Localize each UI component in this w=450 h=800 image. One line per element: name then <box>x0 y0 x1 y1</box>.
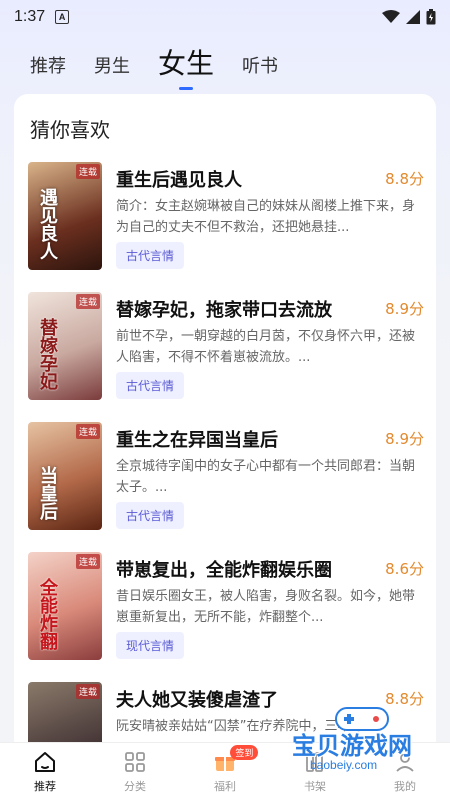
book-desc: 全京城待字闺中的女子心中都有一个共同郎君：当朝太子。... <box>116 459 416 495</box>
book-item[interactable]: 连载 当皇后 重生之在异国当皇后 8.9分 全京城待字闺中的女子心中都有一个共同… <box>28 422 424 532</box>
book-desc: 简介：女主赵婉琳被自己的妹妹从阁楼上推下来，身为自己的丈夫不但不救治，还把她悬挂… <box>116 199 416 235</box>
battery-icon <box>426 9 436 25</box>
cover-tag: 连载 <box>75 424 100 439</box>
book-item[interactable]: 连载 替嫁孕妃 替嫁孕妃，拖家带口去流放 8.9分 前世不孕，一朝穿越的白月茵，… <box>28 292 424 402</box>
book-desc: 前世不孕，一朝穿越的白月茵，不仅身怀六甲，还被人陷害，不得不怀着崽被流放。... <box>116 329 416 365</box>
nav-label: 我的 <box>394 780 416 793</box>
checkin-badge: 签到 <box>230 745 259 760</box>
book-title: 夫人她又装傻虐渣了 <box>116 690 278 711</box>
book-score: 8.6分 <box>385 560 424 578</box>
genre-tag[interactable]: 古代言情 <box>116 372 185 399</box>
book-cover: 连载 替嫁孕妃 <box>28 292 102 400</box>
nav-label: 福利 <box>214 780 236 793</box>
cover-title: 当皇后 <box>37 466 58 520</box>
book-score: 8.8分 <box>385 170 424 188</box>
book-title: 重生之在异国当皇后 <box>116 430 278 451</box>
status-icons <box>382 9 436 25</box>
book-score: 8.8分 <box>385 690 424 708</box>
user-icon <box>392 749 418 775</box>
tab-male[interactable]: 男生 <box>94 52 130 84</box>
book-title: 替嫁孕妃，拖家带口去流放 <box>116 300 332 321</box>
bottom-nav: 推荐 分类 签到 福利 书架 我的 <box>0 742 450 800</box>
tab-recommend[interactable]: 推荐 <box>30 52 66 84</box>
status-time: 1:37 <box>14 8 46 25</box>
nav-mine[interactable]: 我的 <box>360 743 450 800</box>
book-item[interactable]: 连载 遇见良人 重生后遇见良人 8.8分 简介：女主赵婉琳被自己的妹妹从阁楼上推… <box>28 162 424 272</box>
tab-audiobook[interactable]: 听书 <box>242 52 278 84</box>
nav-label: 书架 <box>304 780 326 793</box>
home-icon <box>32 749 58 775</box>
book-title: 重生后遇见良人 <box>116 170 242 191</box>
grid-icon <box>122 749 148 775</box>
nav-category[interactable]: 分类 <box>90 743 180 800</box>
genre-tag[interactable]: 古代言情 <box>116 242 185 269</box>
tab-female[interactable]: 女生 <box>158 42 214 84</box>
wifi-icon <box>382 10 400 23</box>
book-title: 带崽复出，全能炸翻娱乐圈 <box>116 560 332 581</box>
cover-tag: 连载 <box>75 164 100 179</box>
cover-tag: 连载 <box>75 554 100 569</box>
status-bar: 1:37 A <box>0 0 450 34</box>
cover-title: 遇见良人 <box>37 188 58 260</box>
genre-tag[interactable]: 古代言情 <box>116 502 185 529</box>
book-score: 8.9分 <box>385 300 424 318</box>
book-desc: 昔日娱乐圈女王，被人陷害，身败名裂。如今，她带崽重新复出，无所不能，炸翻整个..… <box>116 589 416 625</box>
cover-tag: 连载 <box>75 684 100 699</box>
cover-tag: 连载 <box>75 294 100 309</box>
book-cover: 连载 当皇后 <box>28 422 102 530</box>
category-tabs: 推荐 男生 女生 听书 <box>30 44 278 84</box>
genre-tag[interactable]: 现代言情 <box>116 632 185 659</box>
cover-title: 替嫁孕妃 <box>37 318 58 390</box>
book-item[interactable]: 连载 全能炸翻 带崽复出，全能炸翻娱乐圈 8.6分 昔日娱乐圈女王，被人陷害，身… <box>28 552 424 662</box>
book-cover: 连载 遇见良人 <box>28 162 102 270</box>
bookshelf-icon <box>302 749 328 775</box>
section-title: 猜你喜欢 <box>30 118 110 142</box>
nav-welfare[interactable]: 签到 福利 <box>180 743 270 800</box>
book-score: 8.9分 <box>385 430 424 448</box>
nav-label: 推荐 <box>34 780 56 793</box>
book-cover: 连载 全能炸翻 <box>28 552 102 660</box>
cover-title: 全能炸翻 <box>37 578 58 650</box>
nav-bookshelf[interactable]: 书架 <box>270 743 360 800</box>
notification-icon: A <box>55 10 70 24</box>
recommend-card: 猜你喜欢 连载 遇见良人 重生后遇见良人 8.8分 简介：女主赵婉琳被自己的妹妹… <box>14 94 436 754</box>
nav-label: 分类 <box>124 780 146 793</box>
signal-icon <box>406 10 420 24</box>
nav-recommend[interactable]: 推荐 <box>0 743 90 800</box>
